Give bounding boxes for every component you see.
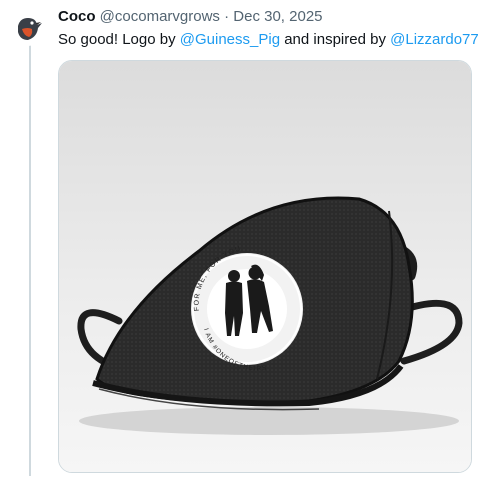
thread-line bbox=[29, 44, 31, 476]
tweet-text-part2: and inspired by bbox=[280, 31, 391, 48]
tweet-text: So good! Logo by @Guiness_Pig and inspir… bbox=[58, 30, 479, 49]
tweet-text-part1: So good! Logo by bbox=[58, 31, 180, 48]
author-avatar[interactable] bbox=[10, 10, 46, 46]
author-handle[interactable]: @cocomarvgrows bbox=[100, 8, 220, 25]
mention-guiness-pig[interactable]: @Guiness_Pig bbox=[180, 31, 280, 48]
header-separator: · bbox=[224, 8, 230, 25]
mention-lizzardo77[interactable]: @Lizzardo77 bbox=[390, 31, 479, 48]
bird-avatar-icon bbox=[10, 10, 46, 46]
author-name[interactable]: Coco bbox=[58, 8, 96, 25]
tweet-header: Coco @cocomarvgrows · Dec 30, 2025 bbox=[58, 8, 323, 26]
tweet-date[interactable]: Dec 30, 2025 bbox=[233, 8, 322, 25]
tweet-photo[interactable]: FOR ME, FOR YOU I AM #ONEOFTHEIRS bbox=[58, 60, 472, 473]
face-mask-photo: FOR ME, FOR YOU I AM #ONEOFTHEIRS bbox=[59, 61, 471, 472]
